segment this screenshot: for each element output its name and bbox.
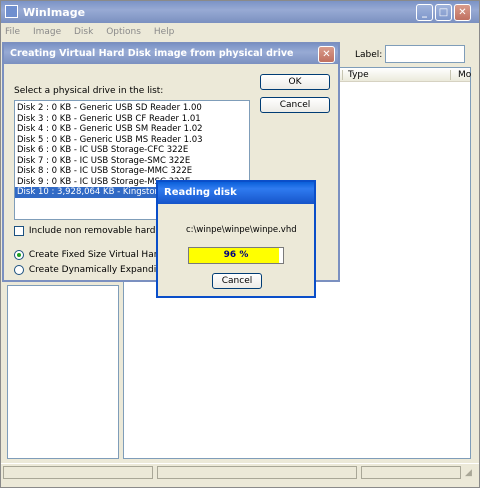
vhd-file-path: c:\winpe\winpe\winpe.vhd <box>186 225 297 235</box>
reading-disk-title: Reading disk <box>164 187 237 198</box>
column-divider <box>342 70 343 80</box>
menu-image[interactable]: Image <box>33 27 61 37</box>
create-vhd-title: Creating Virtual Hard Disk image from ph… <box>10 48 294 59</box>
cancel-button[interactable]: Cancel <box>260 97 330 113</box>
column-header-mo[interactable]: Mo <box>458 70 471 80</box>
column-divider <box>450 70 451 80</box>
drive-list-item[interactable]: Disk 7 : 0 KB - IC USB Storage-SMC 322E <box>15 156 249 167</box>
menu-options[interactable]: Options <box>106 27 141 37</box>
drive-list-item[interactable]: Disk 2 : 0 KB - Generic USB SD Reader 1.… <box>15 103 249 114</box>
column-header-type[interactable]: Type <box>348 70 369 80</box>
progress-bar: 96 % <box>188 247 284 264</box>
label-caption: Label: <box>355 50 383 60</box>
status-bar: ◢ <box>1 463 479 481</box>
main-title: WinImage <box>23 6 86 19</box>
fixed-size-radio[interactable] <box>14 250 24 260</box>
reading-disk-dialog: Reading disk c:\winpe\winpe\winpe.vhd 96… <box>156 180 316 298</box>
folder-tree-panel[interactable] <box>7 285 119 459</box>
resize-grip-icon[interactable]: ◢ <box>465 468 472 478</box>
status-pane <box>157 466 357 479</box>
reading-cancel-button[interactable]: Cancel <box>212 273 262 289</box>
create-vhd-title-bar[interactable]: Creating Virtual Hard Disk image from ph… <box>4 44 338 64</box>
label-input[interactable] <box>385 45 465 63</box>
main-close-button[interactable]: ✕ <box>454 4 471 21</box>
drive-list-item[interactable]: Disk 5 : 0 KB - Generic USB MS Reader 1.… <box>15 135 249 146</box>
ok-button[interactable]: OK <box>260 74 330 90</box>
status-pane <box>3 466 153 479</box>
status-pane <box>361 466 461 479</box>
drive-list-item[interactable]: Disk 3 : 0 KB - Generic USB CF Reader 1.… <box>15 114 249 125</box>
maximize-button[interactable]: □ <box>435 4 452 21</box>
create-vhd-close-button[interactable]: ✕ <box>318 46 335 63</box>
progress-text: 96 % <box>223 250 249 260</box>
main-title-bar[interactable]: WinImage _ □ ✕ <box>1 1 479 23</box>
drive-list-item[interactable]: Disk 8 : 0 KB - IC USB Storage-MMC 322E <box>15 166 249 177</box>
reading-disk-title-bar[interactable]: Reading disk <box>158 182 314 204</box>
drive-list-item[interactable]: Disk 4 : 0 KB - Generic USB SM Reader 1.… <box>15 124 249 135</box>
select-drive-instruction: Select a physical drive in the list: <box>14 86 164 96</box>
menu-file[interactable]: File <box>5 27 20 37</box>
minimize-button[interactable]: _ <box>416 4 433 21</box>
menu-bar: File Image Disk Options Help <box>5 27 305 39</box>
menu-help[interactable]: Help <box>154 27 175 37</box>
app-icon <box>5 5 18 18</box>
dynamic-size-radio[interactable] <box>14 265 24 275</box>
drive-list-item[interactable]: Disk 6 : 0 KB - IC USB Storage-CFC 322E <box>15 145 249 156</box>
include-nonremovable-checkbox[interactable] <box>14 226 24 236</box>
menu-disk[interactable]: Disk <box>74 27 93 37</box>
